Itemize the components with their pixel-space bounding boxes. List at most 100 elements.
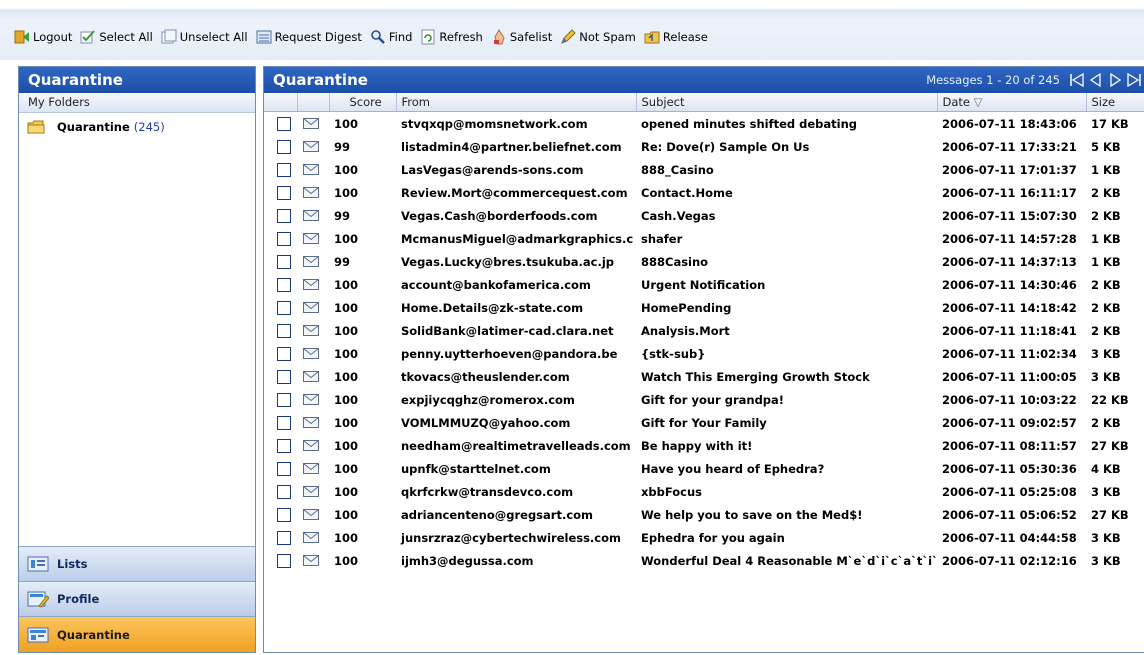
next-page-icon[interactable] xyxy=(1107,73,1123,87)
table-row[interactable]: 100 adriancenteno@gregsart.com We help you… xyxy=(264,503,1144,526)
row-checkbox[interactable] xyxy=(277,484,291,499)
message-panel-title: Quarantine xyxy=(273,71,368,89)
nav-lists[interactable]: Lists xyxy=(19,546,255,581)
row-size: 1 KB xyxy=(1091,254,1121,269)
envelope-icon xyxy=(303,279,319,290)
table-row[interactable]: 100 Review.Mort@commercequest.com Contact.… xyxy=(264,181,1144,204)
row-checkbox-cell[interactable] xyxy=(264,365,297,388)
table-row[interactable]: 100 Home.Details@zk-state.com HomePending 2… xyxy=(264,296,1144,319)
row-checkbox[interactable] xyxy=(277,461,291,476)
row-checkbox-cell[interactable] xyxy=(264,388,297,411)
row-size: 2 KB xyxy=(1091,300,1121,315)
row-checkbox-cell[interactable] xyxy=(264,526,297,549)
row-checkbox-cell[interactable] xyxy=(264,319,297,342)
row-checkbox-cell[interactable] xyxy=(264,480,297,503)
unselect-all-button[interactable]: Unselect All xyxy=(161,29,248,45)
row-checkbox[interactable] xyxy=(277,139,291,154)
table-row[interactable]: 100 penny.uytterhoeven@pandora.be {stk-sub… xyxy=(264,342,1144,365)
row-checkbox[interactable] xyxy=(277,116,291,131)
unselect-all-icon xyxy=(161,29,177,45)
row-date: 2006-07-11 17:01:37 xyxy=(942,162,1077,177)
table-row[interactable]: 100 McmanusMiguel@admarkgraphics.c shafer 2… xyxy=(264,227,1144,250)
table-row[interactable]: 99 listadmin4@partner.beliefnet.com Re: Do… xyxy=(264,135,1144,158)
folder-quarantine[interactable]: Quarantine (245) xyxy=(27,120,165,134)
row-checkbox[interactable] xyxy=(277,208,291,223)
header-score[interactable]: Score xyxy=(329,93,397,112)
row-checkbox-cell[interactable] xyxy=(264,434,297,457)
row-checkbox[interactable] xyxy=(277,323,291,338)
table-row[interactable]: 100 SolidBank@latimer-cad.clara.net Analys… xyxy=(264,319,1144,342)
row-from: Vegas.Lucky@bres.tsukuba.ac.jp xyxy=(401,254,615,269)
table-row[interactable]: 99 Vegas.Lucky@bres.tsukuba.ac.jp 888Casin… xyxy=(264,250,1144,273)
header-size[interactable]: Size xyxy=(1086,93,1144,112)
row-date: 2006-07-11 11:00:05 xyxy=(942,369,1077,384)
request-digest-button[interactable]: Request Digest xyxy=(256,29,362,45)
message-table: Score From Subject Date ▽ Size 100 stvqxq… xyxy=(264,93,1144,572)
row-checkbox-cell[interactable] xyxy=(264,135,297,158)
row-from: ijmh3@degussa.com xyxy=(401,553,534,568)
table-row[interactable]: 100 expjiycqghz@romerox.com Gift for your … xyxy=(264,388,1144,411)
table-row[interactable]: 100 account@bankofamerica.com Urgent Notif… xyxy=(264,273,1144,296)
row-checkbox[interactable] xyxy=(277,392,291,407)
nav-profile[interactable]: Profile xyxy=(19,581,255,616)
select-all-button[interactable]: Select All xyxy=(80,29,153,45)
release-button[interactable]: Release xyxy=(644,29,708,45)
table-row[interactable]: 100 needham@realtimetravelleads.com Be hap… xyxy=(264,434,1144,457)
row-checkbox[interactable] xyxy=(277,254,291,269)
table-row[interactable]: 99 Vegas.Cash@borderfoods.com Cash.Vegas 20… xyxy=(264,204,1144,227)
row-checkbox[interactable] xyxy=(277,438,291,453)
row-checkbox[interactable] xyxy=(277,162,291,177)
safelist-button[interactable]: Safelist xyxy=(491,29,552,45)
row-checkbox-cell[interactable] xyxy=(264,296,297,319)
envelope-icon xyxy=(303,463,319,474)
row-checkbox[interactable] xyxy=(277,369,291,384)
header-from[interactable]: From xyxy=(396,93,637,112)
table-row[interactable]: 100 tkovacs@theuslender.com Watch This Eme… xyxy=(264,365,1144,388)
logout-button[interactable]: Logout xyxy=(14,29,72,45)
row-checkbox-cell[interactable] xyxy=(264,158,297,181)
row-checkbox[interactable] xyxy=(277,231,291,246)
row-checkbox-cell[interactable] xyxy=(264,181,297,204)
row-checkbox-cell[interactable] xyxy=(264,273,297,296)
first-page-icon[interactable] xyxy=(1069,73,1085,87)
row-checkbox[interactable] xyxy=(277,530,291,545)
row-envelope-cell xyxy=(297,112,329,136)
row-envelope-cell xyxy=(297,457,329,480)
prev-page-icon[interactable] xyxy=(1088,73,1104,87)
row-checkbox[interactable] xyxy=(277,507,291,522)
row-checkbox-cell[interactable] xyxy=(264,549,297,572)
table-row[interactable]: 100 LasVegas@arends-sons.com 888_Casino 200… xyxy=(264,158,1144,181)
table-row[interactable]: 100 VOMLMMUZQ@yahoo.com Gift for Your Fami… xyxy=(264,411,1144,434)
row-checkbox-cell[interactable] xyxy=(264,227,297,250)
find-button[interactable]: Find xyxy=(370,29,412,45)
row-checkbox[interactable] xyxy=(277,300,291,315)
table-row[interactable]: 100 ijmh3@degussa.com Wonderful Deal 4 Rea… xyxy=(264,549,1144,572)
table-row[interactable]: 100 junsrzraz@cybertechwireless.com Ephedr… xyxy=(264,526,1144,549)
nav-quarantine[interactable]: Quarantine xyxy=(19,616,255,652)
refresh-button[interactable]: Refresh xyxy=(420,29,483,45)
row-score: 100 xyxy=(334,484,359,499)
row-subject: Have you heard of Ephedra? xyxy=(641,461,825,476)
row-checkbox-cell[interactable] xyxy=(264,342,297,365)
row-checkbox[interactable] xyxy=(277,346,291,361)
row-checkbox-cell[interactable] xyxy=(264,204,297,227)
row-checkbox-cell[interactable] xyxy=(264,411,297,434)
last-page-icon[interactable] xyxy=(1126,73,1142,87)
row-checkbox-cell[interactable] xyxy=(264,250,297,273)
table-header-row: Score From Subject Date ▽ Size xyxy=(264,93,1144,112)
row-envelope-cell xyxy=(297,250,329,273)
table-row[interactable]: 100 qkrfcrkw@transdevco.com xbbFocus 2006-0… xyxy=(264,480,1144,503)
table-row[interactable]: 100 stvqxqp@momsnetwork.com opened minutes… xyxy=(264,112,1144,136)
row-checkbox-cell[interactable] xyxy=(264,457,297,480)
row-subject: 888Casino xyxy=(641,254,709,269)
header-date[interactable]: Date ▽ xyxy=(937,93,1087,112)
row-checkbox[interactable] xyxy=(277,185,291,200)
header-subject[interactable]: Subject xyxy=(636,93,938,112)
table-row[interactable]: 100 upnfk@starttelnet.com Have you heard o… xyxy=(264,457,1144,480)
row-checkbox[interactable] xyxy=(277,415,291,430)
row-checkbox[interactable] xyxy=(277,553,291,568)
row-checkbox[interactable] xyxy=(277,277,291,292)
not-spam-button[interactable]: Not Spam xyxy=(560,29,636,45)
row-checkbox-cell[interactable] xyxy=(264,112,297,136)
row-checkbox-cell[interactable] xyxy=(264,503,297,526)
